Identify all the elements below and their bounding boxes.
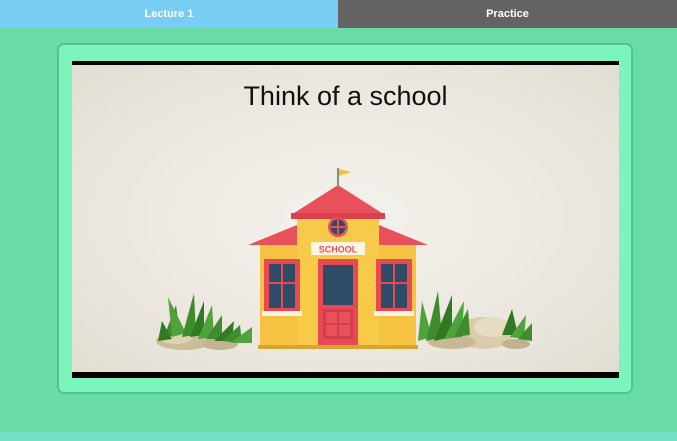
grass-left [158,293,252,343]
page-footer-strip [0,432,677,441]
school-building: SCHOOL [248,168,428,349]
slide-canvas: Think of a school SCHOOL [72,65,619,372]
school-illustration: SCHOOL [156,168,532,350]
school-sign: SCHOOL [319,245,358,255]
tab-lecture-1[interactable]: Lecture 1 [0,0,338,28]
tab-practice[interactable]: Practice [338,0,677,28]
video-player[interactable]: Think of a school SCHOOL [72,61,619,378]
tab-bar: Lecture 1 Practice [0,0,677,28]
